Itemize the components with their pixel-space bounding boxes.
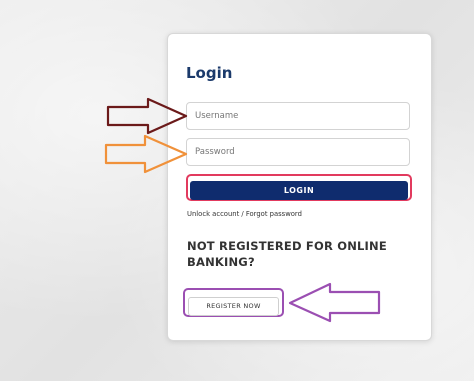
page-title: Login	[186, 64, 233, 82]
register-now-button[interactable]: REGISTER NOW	[188, 296, 279, 316]
unlock-forgot-password-link[interactable]: Unlock account / Forgot password	[187, 210, 302, 218]
login-button[interactable]: LOGIN	[190, 181, 408, 200]
login-button-highlight: LOGIN	[186, 174, 412, 201]
username-input[interactable]	[186, 102, 410, 130]
password-input[interactable]	[186, 138, 410, 166]
register-heading: NOT REGISTERED FOR ONLINE BANKING?	[187, 239, 387, 269]
register-button-highlight: REGISTER NOW	[183, 288, 284, 317]
